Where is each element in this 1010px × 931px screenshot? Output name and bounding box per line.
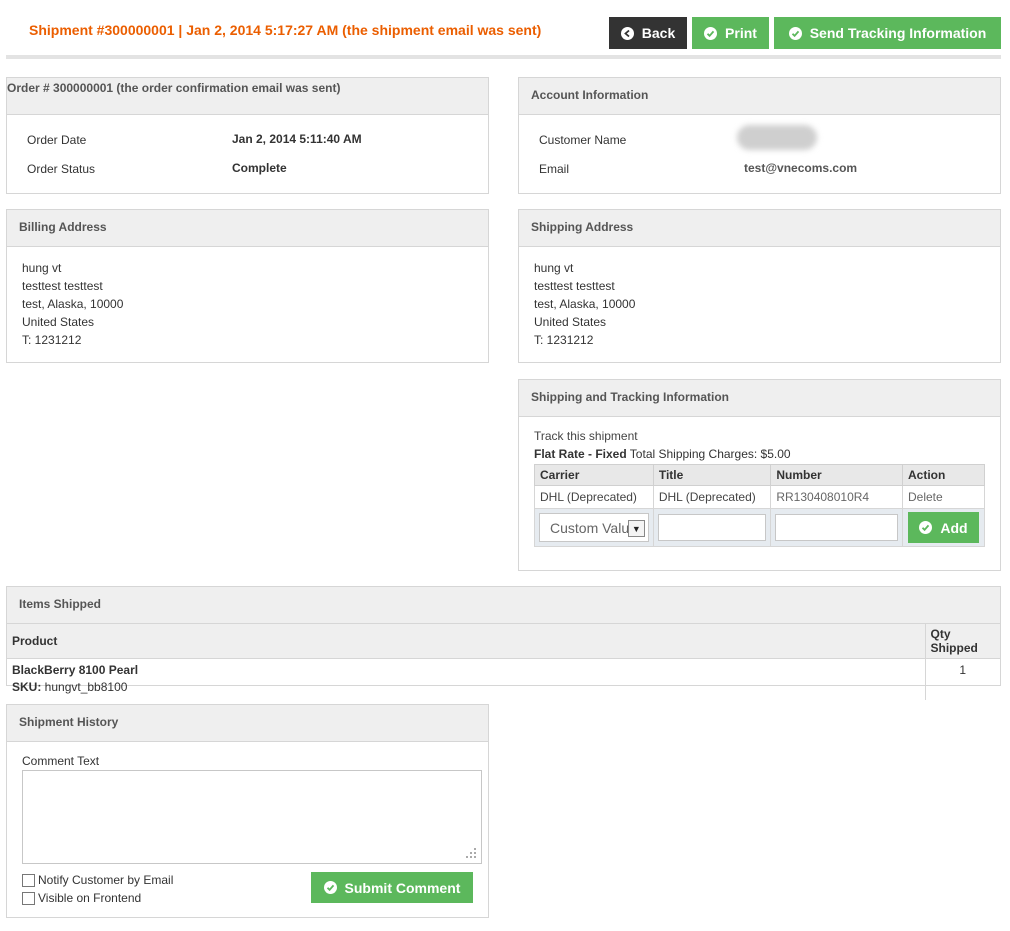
add-tracking-row: Custom Value ▼ Add: [534, 508, 985, 547]
account-panel-heading: Account Information: [519, 78, 1000, 115]
shipping-line: United States: [534, 315, 607, 329]
billing-address: hung vt testtest testtest test, Alaska, …: [22, 259, 123, 349]
page-title: Shipment #300000001 | Jan 2, 2014 5:17:2…: [29, 22, 542, 38]
visible-frontend-label: Visible on Frontend: [38, 891, 142, 905]
column-header-action: Action: [902, 464, 985, 486]
table-row: BlackBerry 8100 Pearl SKU: hungvt_bb8100…: [7, 658, 1000, 700]
product-sku: SKU: hungvt_bb8100: [12, 679, 920, 696]
tracking-panel-heading: Shipping and Tracking Information: [519, 380, 1000, 417]
billing-line: test, Alaska, 10000: [22, 297, 124, 311]
column-header-carrier: Carrier: [534, 464, 654, 486]
qty-cell: 1: [959, 663, 967, 677]
email-label: Email: [539, 162, 570, 176]
sku-value: hungvt_bb8100: [41, 680, 128, 694]
email-value: test@vnecoms.com: [744, 161, 858, 175]
checkbox-square-icon[interactable]: [22, 873, 35, 887]
send-tracking-button[interactable]: Send Tracking Information: [774, 17, 1001, 49]
shipping-line: hung vt: [534, 261, 574, 275]
send-tracking-button-label: Send Tracking Information: [809, 25, 987, 41]
comment-textarea[interactable]: [22, 770, 482, 864]
product-name: BlackBerry 8100 Pearl: [12, 663, 139, 677]
billing-line: United States: [22, 315, 95, 329]
check-circle-icon: [788, 26, 802, 40]
billing-address-panel: Billing Address hung vt testtest testtes…: [6, 209, 489, 363]
notify-customer-label: Notify Customer by Email: [38, 873, 174, 887]
back-button-label: Back: [641, 25, 676, 41]
carrier-select-value: Custom Value: [550, 519, 637, 536]
items-shipped-heading: Items Shipped: [7, 587, 1000, 624]
shipping-address-heading: Shipping Address: [519, 210, 1000, 247]
shipping-line: test, Alaska, 10000: [534, 297, 636, 311]
customer-name-label: Customer Name: [539, 133, 627, 147]
comment-label: Comment Text: [22, 754, 100, 768]
title-cell: DHL (Deprecated): [652, 485, 772, 509]
order-status-label: Order Status: [27, 162, 96, 176]
shipping-method-name: Flat Rate - Fixed: [534, 447, 627, 461]
order-date-value: Jan 2, 2014 5:11:40 AM: [232, 132, 362, 146]
table-row: DHL (Deprecated) DHL (Deprecated) RR1304…: [534, 485, 985, 509]
column-header-product: Product: [7, 624, 926, 659]
order-date-label: Order Date: [27, 133, 87, 147]
header-divider: [6, 55, 1001, 59]
shipping-address-panel: Shipping Address hung vt testtest testte…: [518, 209, 1001, 363]
shipping-line: T: 1231212: [534, 333, 594, 347]
add-button-label: Add: [940, 519, 968, 536]
tracking-table: Carrier Title Number Action DHL (Depreca…: [534, 464, 985, 547]
column-header-title: Title: [652, 464, 772, 486]
column-header-number: Number: [770, 464, 903, 486]
tracking-number-input[interactable]: [775, 514, 898, 541]
check-circle-icon: [919, 521, 933, 534]
shipping-line: testtest testtest: [534, 279, 615, 293]
print-button-label: Print: [725, 25, 757, 41]
number-cell: RR130408010R4: [770, 485, 903, 509]
notify-customer-checkbox[interactable]: Notify Customer by Email: [22, 873, 173, 887]
checkbox-square-icon[interactable]: [22, 891, 35, 905]
sku-label: SKU:: [12, 680, 42, 694]
order-panel: Order # 300000001 (the order confirmatio…: [6, 77, 489, 194]
submit-comment-label: Submit Comment: [344, 879, 461, 896]
carrier-select[interactable]: Custom Value ▼: [539, 513, 649, 542]
back-button[interactable]: Back: [609, 17, 687, 49]
carrier-cell: DHL (Deprecated): [534, 485, 654, 509]
billing-address-heading: Billing Address: [7, 210, 488, 247]
billing-line: T: 1231212: [22, 333, 82, 347]
check-circle-icon: [323, 881, 337, 894]
shipping-address: hung vt testtest testtest test, Alaska, …: [534, 259, 635, 349]
tracking-title-input[interactable]: [657, 514, 767, 541]
order-panel-heading: Order # 300000001 (the order confirmatio…: [7, 78, 488, 115]
items-table: Product Qty Shipped BlackBerry 8100 Pear…: [7, 624, 1000, 700]
print-button[interactable]: Print: [692, 17, 769, 49]
billing-line: testtest testtest: [22, 279, 103, 293]
shipment-history-panel: Shipment History Comment Text Notify Cus…: [6, 704, 489, 918]
chevron-down-icon: ▼: [627, 520, 645, 537]
order-status-value: Complete: [232, 161, 287, 175]
delete-link[interactable]: Delete: [902, 485, 985, 509]
submit-comment-button[interactable]: Submit Comment: [311, 872, 473, 903]
check-circle-icon: [704, 26, 718, 40]
billing-line: hung vt: [22, 261, 62, 275]
shipping-method: Flat Rate - Fixed Total Shipping Charges…: [534, 447, 791, 461]
shipping-charges: Total Shipping Charges: $5.00: [626, 447, 791, 461]
product-cell: BlackBerry 8100 Pearl SKU: hungvt_bb8100: [7, 658, 926, 700]
customer-name-redacted: [737, 125, 817, 150]
track-shipment-link[interactable]: Track this shipment: [534, 429, 638, 443]
add-tracking-button[interactable]: Add: [908, 512, 979, 543]
shipment-history-heading: Shipment History: [7, 705, 488, 742]
column-header-qty: Qty Shipped: [925, 624, 1000, 659]
items-shipped-panel: Items Shipped Product Qty Shipped BlackB…: [6, 586, 1001, 700]
back-arrow-icon: [620, 26, 634, 40]
account-panel: Account Information Customer Name Email …: [518, 77, 1001, 194]
resize-handle-icon[interactable]: [465, 847, 477, 859]
tracking-panel: Shipping and Tracking Information Track …: [518, 379, 1001, 571]
visible-frontend-checkbox[interactable]: Visible on Frontend: [22, 891, 141, 905]
